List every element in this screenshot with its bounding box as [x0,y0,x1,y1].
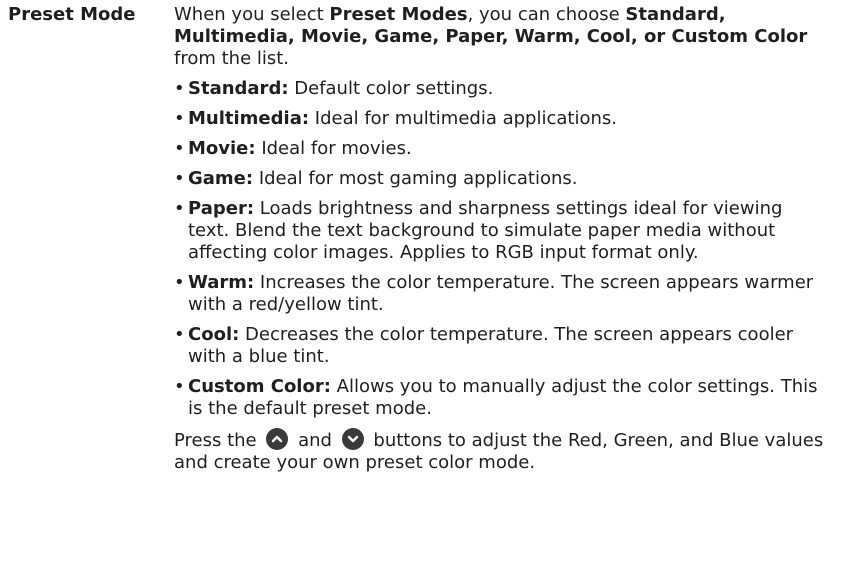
outro-text-1: Press the [174,430,263,451]
intro-text-1: When you select [174,4,330,25]
outro-text-2: and [292,430,338,451]
item-label: Custom Color: [188,376,331,397]
intro-text-2: , you can choose [467,4,626,25]
intro-bold-1: Preset Modes [329,4,468,25]
item-label: Multimedia: [188,108,310,129]
list-item-game: Game: Ideal for most gaming applications… [174,168,824,190]
mode-list: Standard: Default color settings. Multim… [174,78,824,420]
list-item-cool: Cool: Decreases the color temperature. T… [174,324,824,368]
list-item-standard: Standard: Default color settings. [174,78,824,100]
list-item-warm: Warm: Increases the color temperature. T… [174,272,824,316]
item-label: Paper: [188,198,255,219]
intro-paragraph: When you select Preset Modes, you can ch… [174,4,824,70]
intro-text-3: from the list. [174,48,290,69]
item-label: Standard: [188,78,289,99]
item-label: Game: [188,168,254,189]
item-label: Warm: [188,272,255,293]
chevron-up-button-icon [266,428,289,450]
description: When you select Preset Modes, you can ch… [174,4,824,474]
item-text: Ideal for most gaming applications. [253,168,578,189]
item-text: Ideal for movies. [255,138,412,159]
item-text: Decreases the color temperature. The scr… [188,324,794,367]
outro-paragraph: Press the and buttons to adjust the Red,… [174,428,824,474]
item-text: Ideal for multimedia applications. [309,108,617,129]
item-label: Cool: [188,324,240,345]
item-label: Movie: [188,138,256,159]
item-text: Loads brightness and sharpness settings … [188,198,783,263]
list-item-movie: Movie: Ideal for movies. [174,138,824,160]
list-item-paper: Paper: Loads brightness and sharpness se… [174,198,824,264]
term-preset-mode: Preset Mode [8,4,136,25]
list-item-custom-color: Custom Color: Allows you to manually adj… [174,376,824,420]
item-text: Increases the color temperature. The scr… [188,272,814,315]
list-item-multimedia: Multimedia: Ideal for multimedia applica… [174,108,824,130]
manual-page: Preset Mode When you select Preset Modes… [0,0,852,581]
item-text: Default color settings. [288,78,494,99]
chevron-down-button-icon [341,428,364,450]
